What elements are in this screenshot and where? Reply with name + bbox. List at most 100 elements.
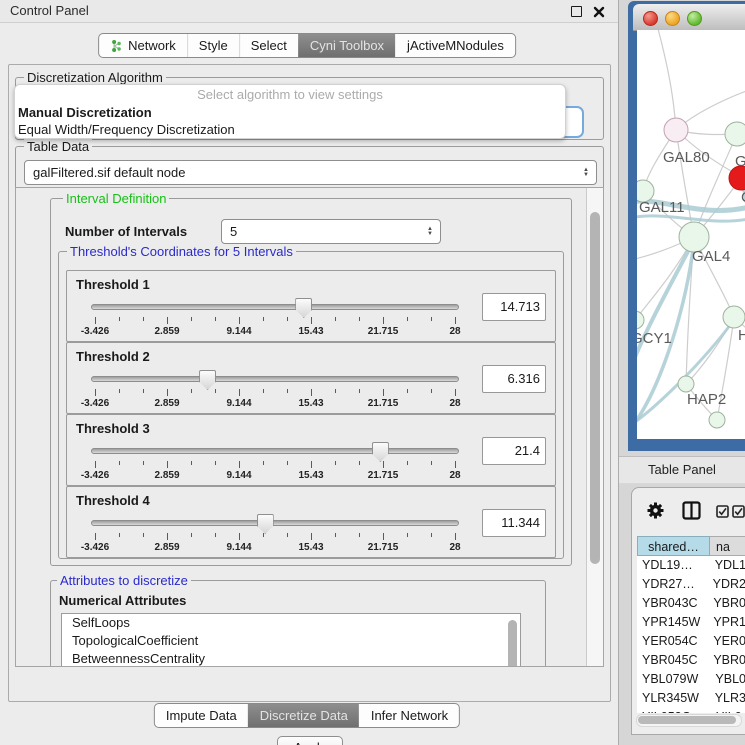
cell-shared-name[interactable]: YBL079W — [637, 670, 709, 689]
dropdown-option-manual-discretization[interactable]: Manual Discretization — [15, 104, 565, 121]
slider-thumb[interactable] — [199, 370, 216, 390]
cell-shared-name[interactable]: YER054C — [637, 632, 707, 651]
cell-name[interactable]: YDL1 — [709, 556, 745, 575]
threshold-value-field[interactable]: 11.344 — [482, 509, 546, 537]
table-hscrollbar[interactable] — [636, 714, 742, 727]
cell-shared-name[interactable]: YDR27… — [637, 575, 707, 594]
slider-tick — [95, 461, 96, 468]
mac-zoom-icon[interactable] — [687, 11, 702, 26]
cell-shared-name[interactable]: YIL052C — [637, 708, 710, 713]
slider-tick — [119, 533, 120, 537]
tab-discretize-data[interactable]: Discretize Data — [248, 704, 359, 727]
tab-infer-network[interactable]: Infer Network — [359, 704, 459, 727]
network-edge[interactable] — [676, 130, 694, 237]
slider-thumb[interactable] — [257, 514, 274, 534]
table-row[interactable]: YIL052CYIL0 — [637, 708, 745, 713]
network-node-green[interactable] — [725, 122, 745, 146]
table-row[interactable]: YLR345WYLR3 — [637, 689, 745, 708]
slider-thumb[interactable] — [372, 442, 389, 462]
threshold-value-field[interactable]: 14.713 — [482, 293, 546, 321]
cell-name[interactable]: YLR3 — [709, 689, 745, 708]
close-icon[interactable] — [593, 5, 605, 17]
slider-track[interactable] — [91, 376, 459, 382]
attribute-item-topologicalcoefficient[interactable]: TopologicalCoefficient — [62, 632, 520, 650]
attribute-item-selfloops[interactable]: SelfLoops — [62, 614, 520, 632]
tab-style[interactable]: Style — [187, 34, 239, 57]
table-hscrollbar-thumb[interactable] — [638, 716, 736, 724]
network-node-green[interactable] — [678, 376, 694, 392]
cell-name[interactable]: YBR0 — [707, 651, 745, 670]
threshold-slider[interactable]: -3.4262.8599.14415.4321.71528 — [91, 295, 459, 339]
network-edge-highlighted[interactable] — [637, 216, 745, 221]
cell-name[interactable]: YDR2 — [707, 575, 745, 594]
threshold-value-field[interactable]: 21.4 — [482, 437, 546, 465]
list-scrollbar-thumb[interactable] — [508, 620, 517, 667]
slider-track[interactable] — [91, 448, 459, 454]
slider-track[interactable] — [91, 304, 459, 310]
table-row[interactable]: YBR045CYBR0 — [637, 651, 745, 670]
tab-impute-data[interactable]: Impute Data — [155, 704, 248, 727]
cell-name[interactable]: YER0 — [707, 632, 745, 651]
network-canvas[interactable]: GAL80GACGAL11GAL4GCY1HHAP2 — [637, 30, 745, 439]
threshold-slider[interactable]: -3.4262.8599.14415.4321.71528 — [91, 511, 459, 555]
cell-shared-name[interactable]: YBR043C — [637, 594, 707, 613]
slider-thumb[interactable] — [295, 298, 312, 318]
tab-jactivemnodules[interactable]: jActiveMNodules — [395, 34, 515, 57]
attribute-item-betweennesscentrality[interactable]: BetweennessCentrality — [62, 650, 520, 667]
slider-track[interactable] — [91, 520, 459, 526]
mac-minimize-icon[interactable] — [665, 11, 680, 26]
column-header-shared-name[interactable]: shared… — [637, 536, 710, 556]
cell-shared-name[interactable]: YDL19… — [637, 556, 709, 575]
apply-button[interactable]: Apply — [277, 736, 343, 745]
network-view-window: GAL80GACGAL11GAL4GCY1HHAP2 — [628, 1, 745, 451]
column-header-name[interactable]: na — [710, 536, 745, 556]
spinner-stepper-icon[interactable]: ▲▼ — [427, 227, 433, 237]
split-panel-icon[interactable] — [682, 501, 701, 520]
cell-shared-name[interactable]: YPR145W — [637, 613, 707, 632]
cell-name[interactable]: YIL0 — [710, 708, 745, 713]
gear-icon[interactable] — [646, 501, 665, 520]
tab-network[interactable]: Network — [99, 34, 187, 57]
cell-name[interactable]: YPR1 — [707, 613, 745, 632]
dropdown-option-equal-width-frequency-discretization[interactable]: Equal Width/Frequency Discretization — [15, 121, 565, 138]
tab-select[interactable]: Select — [239, 34, 298, 57]
slider-tick-label: -3.426 — [81, 398, 109, 409]
table-row[interactable]: YBR043CYBR0 — [637, 594, 745, 613]
network-node-green[interactable] — [637, 311, 644, 329]
table-panel-titlebar: Table Panel — [619, 456, 745, 484]
slider-tick — [455, 461, 456, 468]
combo-stepper-icon[interactable]: ▲▼ — [583, 168, 589, 178]
threshold-slider[interactable]: -3.4262.8599.14415.4321.71528 — [91, 367, 459, 411]
slider-tick — [407, 317, 408, 321]
tab-cyni-toolbox[interactable]: Cyni Toolbox — [298, 34, 395, 57]
table-row[interactable]: YDL19…YDL1 — [637, 556, 745, 575]
slider-tick — [383, 389, 384, 396]
window-title: Control Panel — [10, 0, 89, 21]
cell-name[interactable]: YBL0 — [709, 670, 745, 689]
number-of-intervals-value: 5 — [230, 220, 237, 243]
settings-scrollbar[interactable] — [586, 188, 603, 666]
settings-scrollbar-thumb[interactable] — [590, 212, 600, 564]
number-of-intervals-spinner[interactable]: 5 ▲▼ — [221, 219, 441, 244]
network-edge[interactable] — [657, 30, 676, 130]
checkbox-icons[interactable] — [716, 505, 745, 518]
float-window-icon[interactable] — [571, 6, 582, 17]
cell-name[interactable]: YBR0 — [707, 594, 745, 613]
threshold-value-field[interactable]: 6.316 — [482, 365, 546, 393]
table-row[interactable]: YBL079WYBL0 — [637, 670, 745, 689]
threshold-slider[interactable]: -3.4262.8599.14415.4321.71528 — [91, 439, 459, 483]
table-data-combobox[interactable]: galFiltered.sif default node ▲▼ — [24, 160, 597, 185]
table-row[interactable]: YPR145WYPR1 — [637, 613, 745, 632]
cell-shared-name[interactable]: YLR345W — [637, 689, 709, 708]
table-row[interactable]: YER054CYER0 — [637, 632, 745, 651]
mac-close-icon[interactable] — [643, 11, 658, 26]
network-node-pink[interactable] — [664, 118, 688, 142]
slider-tick — [287, 461, 288, 465]
slider-tick — [431, 461, 432, 465]
network-node-green[interactable] — [709, 412, 725, 428]
cell-shared-name[interactable]: YBR045C — [637, 651, 707, 670]
numerical-attributes-list[interactable]: SelfLoopsTopologicalCoefficientBetweenne… — [61, 613, 521, 667]
table-row[interactable]: YDR27…YDR2 — [637, 575, 745, 594]
table-data-label: Table Data — [24, 139, 92, 154]
network-node-green[interactable] — [723, 306, 745, 328]
